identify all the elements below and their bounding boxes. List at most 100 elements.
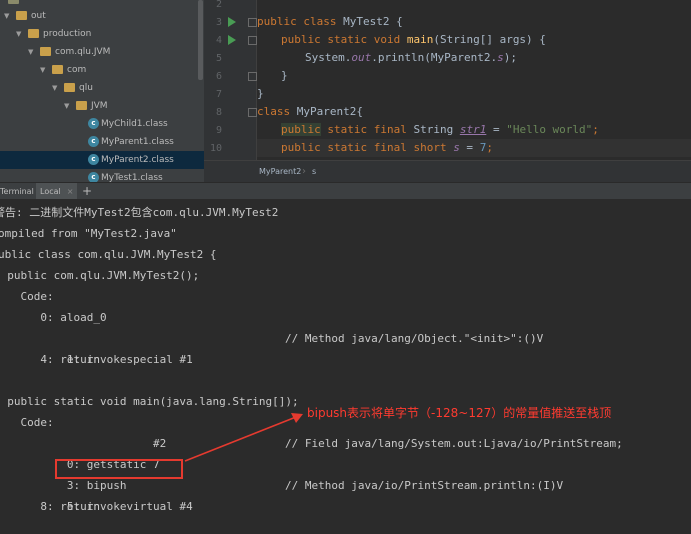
code-line-7: } xyxy=(257,85,264,103)
class-file-icon: c xyxy=(88,154,99,165)
code-token: } xyxy=(281,69,288,82)
terminal-comment: // Method java/io/PrintStream.println:(I… xyxy=(285,479,564,492)
breadcrumb-separator-icon: › xyxy=(302,166,306,177)
code-line-5: System.out.println(MyParent2.s); xyxy=(305,49,517,67)
chevron-down-icon[interactable]: ▼ xyxy=(40,61,50,79)
terminal-comment: // Field java/lang/System.out:Ljava/io/P… xyxy=(285,437,623,450)
tree-item-qlu[interactable]: ▼ qlu xyxy=(0,79,204,97)
line-number: 9 xyxy=(215,125,222,136)
line-number: 4 xyxy=(215,35,222,46)
code-token: MyParent2{ xyxy=(296,105,363,118)
line-number: 5 xyxy=(215,53,222,64)
line-number: 7 xyxy=(215,89,222,100)
code-token: public static void xyxy=(281,33,407,46)
class-file-icon: c xyxy=(88,172,99,182)
tree-item-myparent1[interactable]: c MyParent1.class xyxy=(0,133,204,151)
code-token: s xyxy=(497,51,504,64)
tree-item-com-qlu-jvm[interactable]: ▼ com.qlu.JVM xyxy=(0,43,204,61)
code-token: System. xyxy=(305,51,352,64)
terminal-operand: #2 xyxy=(153,437,167,450)
annotation-text: bipush表示将单字节（-128~127）的常量值推送至栈顶 xyxy=(307,406,612,420)
code-token: "Hello world" xyxy=(506,123,593,136)
fold-icon[interactable] xyxy=(248,72,257,81)
code-token: = xyxy=(459,141,480,154)
run-main-icon[interactable] xyxy=(228,35,236,45)
code-line-9: public static final String str1 = "Hello… xyxy=(281,121,599,139)
terminal-line: 0: getstatic #2 // Field java/lang/Syste… xyxy=(0,433,685,471)
tree-item-label: production xyxy=(43,29,92,39)
tree-item-production[interactable]: ▼ production xyxy=(0,25,204,43)
tree-item-label: com xyxy=(67,65,87,75)
tree-item-mytest1[interactable]: c MyTest1.class xyxy=(0,169,204,182)
code-token: str1 xyxy=(459,123,487,136)
terminal-line: 警告: 二进制文件MyTest2包含com.qlu.JVM.MyTest2 xyxy=(0,206,279,219)
code-token: MyTest2 { xyxy=(343,15,403,28)
folder-icon xyxy=(52,65,63,74)
code-token: ); xyxy=(503,51,517,64)
folder-icon xyxy=(28,29,39,38)
code-token: static final xyxy=(320,123,414,136)
tree-item-myparent2[interactable]: c MyParent2.class xyxy=(0,151,204,169)
tree-item-out[interactable]: ▼ out xyxy=(0,7,204,25)
code-token: = xyxy=(486,123,507,136)
chevron-down-icon[interactable]: ▼ xyxy=(16,25,26,43)
code-token: ; xyxy=(592,123,599,136)
class-file-icon: c xyxy=(88,118,99,129)
tree-item-label: qlu xyxy=(79,83,93,93)
code-line-8: class MyParent2{ xyxy=(257,103,363,121)
code-token: out xyxy=(351,51,372,64)
terminal-line: 1: invokespecial #1 // Method java/lang/… xyxy=(0,328,685,366)
chevron-down-icon[interactable]: ▼ xyxy=(28,43,38,61)
terminal-line: Code: xyxy=(20,290,54,303)
breadcrumb-item[interactable]: MyParent2 xyxy=(259,161,301,183)
folder-icon xyxy=(16,11,27,20)
code-line-10: public static final short s = 7; xyxy=(257,139,691,157)
terminal-comment: // Method java/lang/Object."<init>":()V xyxy=(285,332,544,345)
chevron-down-icon[interactable]: ▼ xyxy=(4,7,14,25)
code-line-4: public static void main(String[] args) { xyxy=(281,31,546,49)
code-token: public xyxy=(281,123,321,136)
project-tree: ▼ out ▼ production ▼ com.qlu.JVM ▼ com ▼… xyxy=(0,0,204,182)
close-icon[interactable]: × xyxy=(67,187,74,196)
fold-icon[interactable] xyxy=(248,36,257,45)
code-token: main xyxy=(406,33,434,46)
tab-label: Local xyxy=(40,187,61,196)
terminal-line: 8: return xyxy=(0,500,100,513)
chevron-down-icon[interactable]: ▼ xyxy=(52,79,62,97)
tab-terminal[interactable]: Terminal xyxy=(0,183,38,200)
folder-icon xyxy=(40,47,51,56)
terminal-line: 0: aload_0 xyxy=(0,311,107,324)
run-class-icon[interactable] xyxy=(228,17,236,27)
code-line-3: public class MyTest2 { xyxy=(257,13,403,31)
code-editor[interactable]: public class MyTest2 { public static voi… xyxy=(257,0,691,160)
terminal-line: 4: return xyxy=(0,353,100,366)
tree-scrollbar[interactable] xyxy=(198,0,203,80)
add-tab-button[interactable]: + xyxy=(82,183,92,200)
terminal-output[interactable]: 警告: 二进制文件MyTest2包含com.qlu.JVM.MyTest2 om… xyxy=(0,199,691,534)
folder-icon xyxy=(76,101,87,110)
class-file-icon: c xyxy=(88,136,99,147)
code-token: } xyxy=(257,87,264,100)
line-number: 10 xyxy=(209,143,222,154)
breadcrumb-item[interactable]: s xyxy=(312,161,316,183)
line-number: 6 xyxy=(215,71,222,82)
code-token: public static final short xyxy=(281,141,454,154)
code-token: class xyxy=(257,105,297,118)
terminal-line: ublic class com.qlu.JVM.MyTest2 { xyxy=(0,248,217,261)
tree-item-jvm[interactable]: ▼ JVM xyxy=(0,97,204,115)
tree-item-mychild1[interactable]: c MyChild1.class xyxy=(0,115,204,133)
code-token: .println(MyParent2. xyxy=(371,51,498,64)
editor-gutter: 2 3 4 5 6 7 8 9 10 xyxy=(204,0,270,160)
code-token: s xyxy=(453,141,460,154)
fold-icon[interactable] xyxy=(248,108,257,117)
terminal-line: ompiled from "MyTest2.java" xyxy=(0,227,177,240)
tree-item-com[interactable]: ▼ com xyxy=(0,61,204,79)
folder-icon xyxy=(8,0,19,4)
code-token: String xyxy=(413,123,460,136)
fold-icon[interactable] xyxy=(248,18,257,27)
chevron-down-icon[interactable]: ▼ xyxy=(64,97,74,115)
line-number: 8 xyxy=(215,107,222,118)
tab-local[interactable]: Local × xyxy=(36,183,78,200)
tree-item-label: MyParent1.class xyxy=(101,137,174,147)
terminal-line: public static void main(java.lang.String… xyxy=(0,395,299,408)
